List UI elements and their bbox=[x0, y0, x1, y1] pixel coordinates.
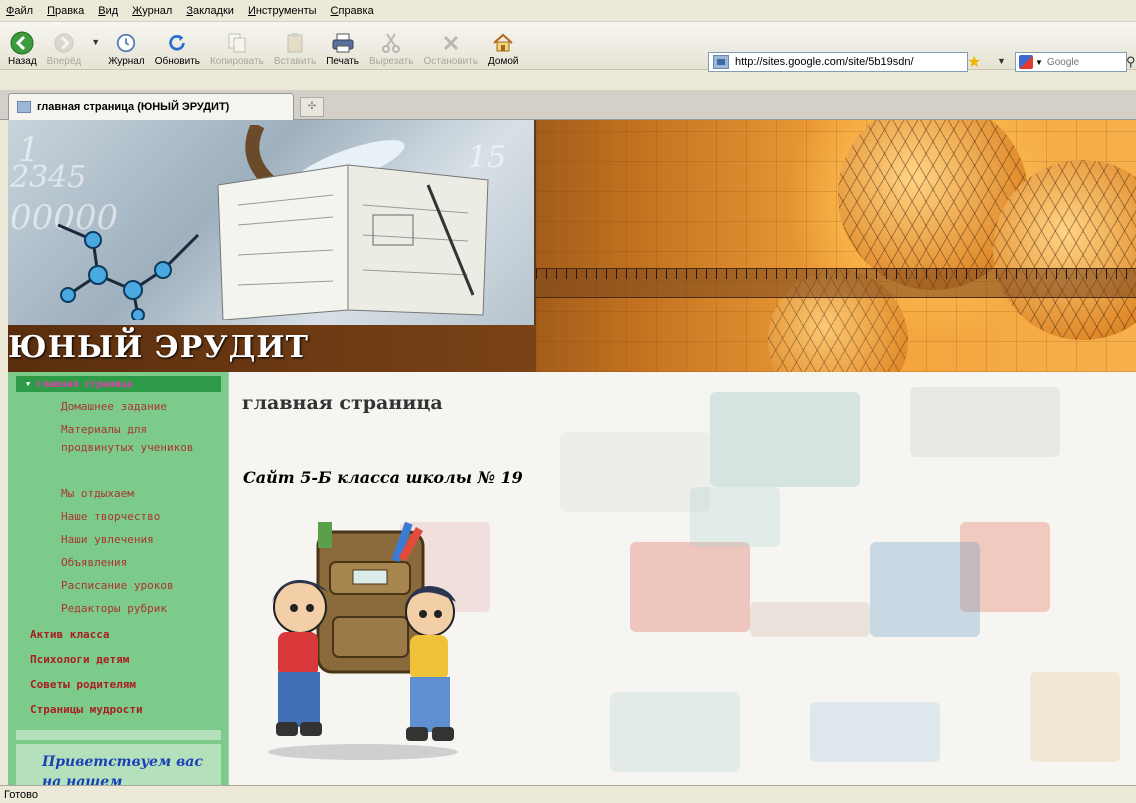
search-engine-icon[interactable] bbox=[1019, 55, 1033, 69]
background-decoration bbox=[560, 432, 710, 512]
bookmark-star-icon[interactable]: ★ bbox=[967, 52, 981, 72]
sidebar-item-parents-advice[interactable]: Советы родителям bbox=[30, 678, 136, 691]
background-decoration bbox=[910, 387, 1060, 457]
background-decoration bbox=[710, 392, 860, 487]
back-label: Назад bbox=[8, 56, 37, 67]
home-button[interactable]: Домой bbox=[488, 25, 519, 69]
forward-button[interactable]: Вперёд bbox=[46, 25, 82, 69]
menu-file[interactable]: Файл bbox=[6, 5, 33, 17]
print-button[interactable]: Печать bbox=[326, 25, 359, 69]
home-icon bbox=[490, 32, 516, 54]
sidebar-item-advanced-materials[interactable]: Материалы для продвинутых учеников bbox=[61, 421, 221, 457]
clock-icon bbox=[113, 32, 139, 54]
forward-label: Вперёд bbox=[46, 56, 82, 67]
menu-help[interactable]: Справка bbox=[331, 5, 374, 17]
search-input[interactable] bbox=[1046, 56, 1117, 68]
site-favicon-icon bbox=[713, 55, 729, 69]
copy-icon bbox=[224, 32, 250, 54]
home-label: Домой bbox=[488, 56, 519, 67]
sidebar-item-home[interactable]: ▼ главная страница bbox=[16, 376, 221, 392]
page-content: 1 2345 00000 15 00 bbox=[8, 120, 1136, 785]
address-bar[interactable]: http://sites.google.com/site/5b19sdn/ bbox=[708, 52, 968, 72]
tab-favicon-icon bbox=[17, 101, 31, 113]
status-text: Готово bbox=[4, 788, 38, 801]
cut-button[interactable]: Вырезать bbox=[369, 25, 413, 69]
sidebar-item-editors[interactable]: Редакторы рубрик bbox=[61, 600, 221, 618]
expand-triangle-icon: ▼ bbox=[26, 380, 31, 388]
sidebar-item-home-label: главная страница bbox=[36, 378, 133, 390]
menu-view[interactable]: Вид bbox=[98, 5, 118, 17]
page-title: главная страница bbox=[242, 392, 443, 414]
welcome-text: Приветствуем вас на нашем bbox=[42, 754, 203, 785]
address-url: http://sites.google.com/site/5b19sdn/ bbox=[735, 56, 914, 68]
new-tab-button[interactable]: ✣ bbox=[300, 97, 324, 117]
background-decoration bbox=[690, 487, 780, 547]
stop-x-icon bbox=[438, 32, 464, 54]
stop-label: Остановить bbox=[423, 56, 479, 67]
sidebar-item-psychologists[interactable]: Психологи детям bbox=[30, 653, 129, 666]
cut-label: Вырезать bbox=[368, 56, 414, 67]
search-magnifier-icon[interactable]: ⚲ bbox=[1126, 54, 1136, 70]
search-box[interactable]: ▼ bbox=[1015, 52, 1127, 72]
welcome-box: Приветствуем вас на нашем bbox=[16, 744, 221, 785]
paste-button[interactable]: Вставить bbox=[274, 25, 316, 69]
menu-tools[interactable]: Инструменты bbox=[248, 5, 317, 17]
menu-bar: Файл Правка Вид Журнал Закладки Инструме… bbox=[0, 0, 1136, 22]
sidebar-item-hobbies[interactable]: Наши увлечения bbox=[61, 531, 221, 549]
back-button[interactable]: Назад bbox=[8, 25, 37, 69]
status-bar: Готово bbox=[0, 785, 1136, 803]
reload-icon bbox=[164, 32, 190, 54]
scissors-icon bbox=[378, 32, 404, 54]
sidebar-item-homework[interactable]: Домашнее задание bbox=[61, 398, 221, 416]
tab-title: главная страница (ЮНЫЙ ЭРУДИТ) bbox=[37, 101, 230, 113]
paste-label: Вставить bbox=[273, 56, 317, 67]
tab-home-page[interactable]: главная страница (ЮНЫЙ ЭРУДИТ) bbox=[8, 93, 294, 120]
print-label: Печать bbox=[326, 56, 359, 67]
page-subtitle: Сайт 5-Б класса школы № 19 bbox=[243, 468, 523, 487]
banner-ruler-decoration bbox=[536, 268, 1136, 298]
tab-bar: главная страница (ЮНЫЙ ЭРУДИТ) ✣ bbox=[0, 90, 1136, 120]
address-dropdown-icon[interactable]: ▼ bbox=[997, 56, 1006, 66]
menu-history[interactable]: Журнал bbox=[132, 5, 172, 17]
background-decoration bbox=[610, 692, 740, 772]
sidebar-item-schedule[interactable]: Расписание уроков bbox=[61, 577, 221, 595]
history-label: Журнал bbox=[108, 56, 145, 67]
background-decoration bbox=[870, 542, 980, 637]
background-decoration bbox=[1030, 672, 1120, 762]
sidebar-item-leisure[interactable]: Мы отдыхаем bbox=[61, 485, 221, 503]
copy-button[interactable]: Копировать bbox=[210, 25, 264, 69]
molecule-image bbox=[57, 223, 200, 320]
kids-with-backpack-image bbox=[268, 522, 458, 760]
stop-button[interactable]: Остановить bbox=[423, 25, 478, 69]
background-decoration bbox=[630, 542, 750, 632]
background-decoration bbox=[750, 602, 870, 637]
sidebar-item-announcements[interactable]: Объявления bbox=[61, 554, 221, 572]
menu-edit[interactable]: Правка bbox=[47, 5, 84, 17]
site-banner: 1 2345 00000 15 00 bbox=[8, 120, 1136, 372]
sidebar-item-wisdom-pages[interactable]: Страницы мудрости bbox=[30, 703, 143, 716]
site-title: ЮНЫЙ ЭРУДИТ bbox=[8, 330, 309, 365]
open-book-image bbox=[217, 125, 489, 320]
copy-label: Копировать bbox=[209, 56, 264, 67]
search-engine-dropdown-icon[interactable]: ▼ bbox=[1035, 58, 1043, 67]
history-button[interactable]: Журнал bbox=[108, 25, 145, 69]
printer-icon bbox=[330, 32, 356, 54]
forward-arrow-icon bbox=[51, 32, 77, 54]
sidebar-navigation: ▼ главная страница Домашнее задание Мате… bbox=[8, 372, 229, 785]
main-content: главная страница Сайт 5-Б класса школы №… bbox=[230, 372, 1136, 785]
history-dropdown-icon[interactable]: ▼ bbox=[91, 37, 100, 47]
banner-photo: 1 2345 00000 15 00 bbox=[8, 120, 536, 325]
sidebar-divider bbox=[16, 730, 221, 740]
back-arrow-icon bbox=[9, 31, 35, 55]
reload-button[interactable]: Обновить bbox=[155, 25, 200, 69]
menu-bookmarks[interactable]: Закладки bbox=[186, 5, 234, 17]
reload-label: Обновить bbox=[154, 56, 200, 67]
paste-icon bbox=[282, 32, 308, 54]
background-decoration bbox=[810, 702, 940, 762]
sidebar-item-class-activists[interactable]: Актив класса bbox=[30, 628, 109, 641]
sidebar-item-creativity[interactable]: Наше творчество bbox=[61, 508, 221, 526]
